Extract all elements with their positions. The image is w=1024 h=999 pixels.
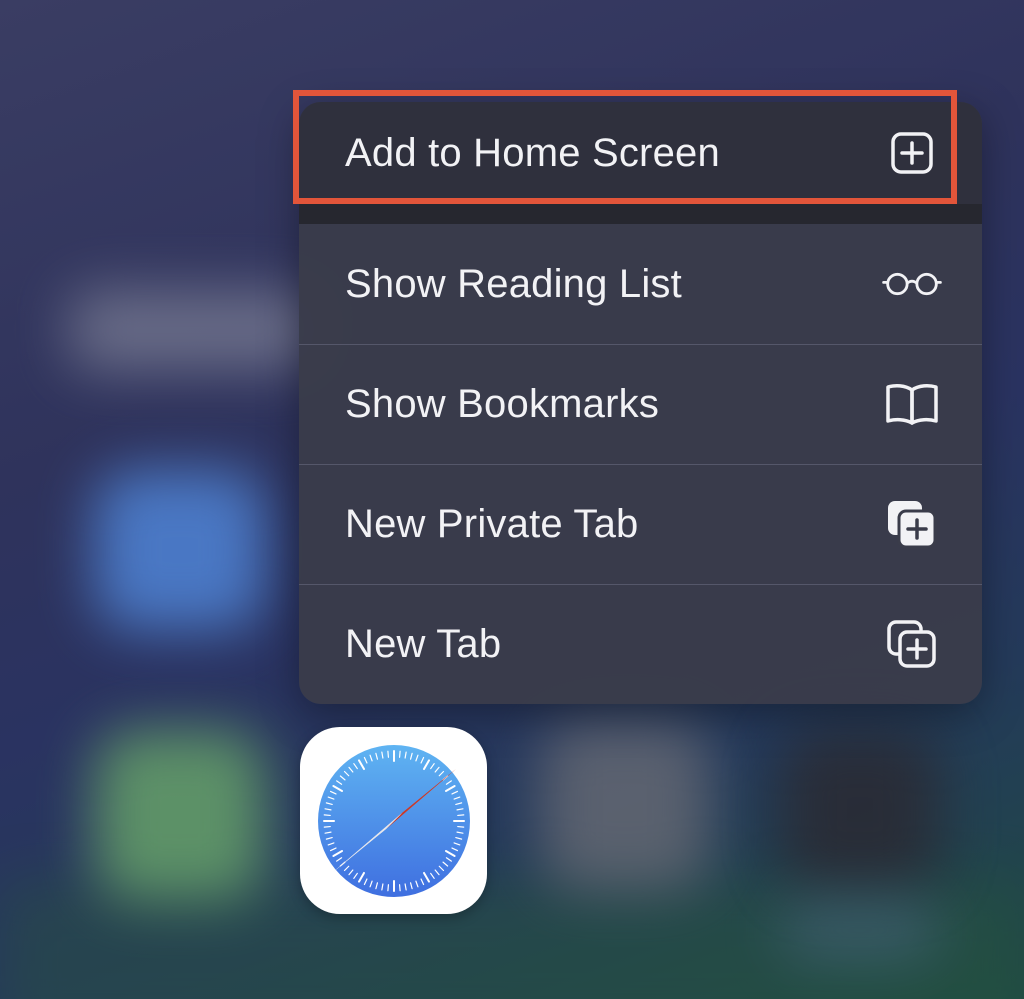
safari-app-icon[interactable] [300,727,487,914]
menu-item-show-bookmarks[interactable]: Show Bookmarks [299,344,982,464]
blurred-widget [70,290,320,370]
blurred-app-icon [95,730,265,900]
book-icon [882,374,942,434]
blurred-app-label [780,900,940,960]
menu-group-separator [299,204,982,224]
menu-item-show-reading-list[interactable]: Show Reading List [299,224,982,344]
menu-item-label: New Tab [345,621,502,666]
blurred-app-icon [95,470,265,630]
menu-item-label: Add to Home Screen [345,130,720,175]
private-tab-icon [882,494,942,554]
safari-compass-icon [317,744,470,897]
glasses-icon [882,254,942,314]
blurred-app-icon [780,730,940,890]
menu-item-label: New Private Tab [345,501,639,546]
menu-item-new-private-tab[interactable]: New Private Tab [299,464,982,584]
add-square-icon [882,123,942,183]
home-screen-background: Add to Home Screen Show Reading List Sho… [0,0,1024,999]
context-menu: Add to Home Screen Show Reading List Sho… [299,102,982,704]
blurred-app-icon [540,720,710,890]
menu-item-label: Show Bookmarks [345,381,660,426]
new-tab-icon [882,614,942,674]
menu-item-label: Show Reading List [345,261,682,306]
menu-item-new-tab[interactable]: New Tab [299,584,982,704]
menu-item-add-to-home-screen[interactable]: Add to Home Screen [299,102,982,204]
